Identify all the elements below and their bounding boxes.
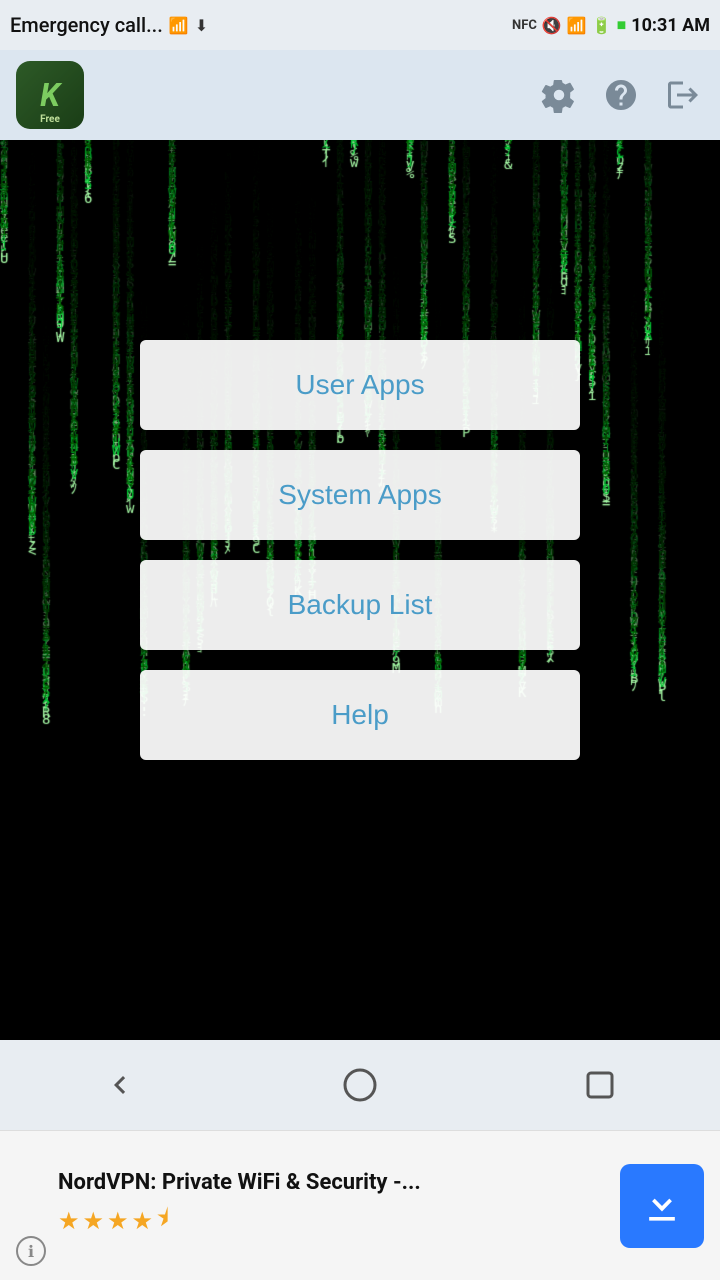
star-3: ★ xyxy=(107,1207,129,1235)
user-apps-label: User Apps xyxy=(295,369,424,401)
ad-content: NordVPN: Private WiFi & Security -... ★ … xyxy=(58,1170,608,1242)
back-button[interactable] xyxy=(95,1060,145,1110)
app-logo-letter: K xyxy=(40,79,60,111)
recent-apps-button[interactable] xyxy=(575,1060,625,1110)
status-time: 10:31 AM xyxy=(631,15,710,36)
download-icon: ⬇ xyxy=(195,16,208,35)
sim-icon: 📶 xyxy=(169,16,189,35)
star-1: ★ xyxy=(58,1207,80,1235)
question-icon xyxy=(603,77,639,113)
system-apps-button[interactable]: System Apps xyxy=(140,450,580,540)
square-icon xyxy=(582,1067,618,1103)
logout-button[interactable] xyxy=(662,74,704,116)
help-button[interactable] xyxy=(600,74,642,116)
status-bar-title: Emergency call... xyxy=(10,13,163,37)
settings-button[interactable] xyxy=(538,74,580,116)
backup-list-label: Backup List xyxy=(288,589,433,621)
ad-download-button[interactable] xyxy=(620,1164,704,1248)
user-apps-button[interactable]: User Apps xyxy=(140,340,580,430)
ad-stars: ★ ★ ★ ★ ⯨ xyxy=(58,1201,608,1242)
mute-icon: 🔇 xyxy=(542,16,562,35)
app-bar: K Free xyxy=(0,50,720,140)
ad-info-icon[interactable]: ℹ xyxy=(16,1236,46,1266)
backup-list-button[interactable]: Backup List xyxy=(140,560,580,650)
ad-title: NordVPN: Private WiFi & Security -... xyxy=(58,1170,608,1195)
star-5: ⯨ xyxy=(156,1201,169,1242)
wifi-icon: 📶 xyxy=(567,16,587,35)
home-button[interactable] xyxy=(335,1060,385,1110)
star-2: ★ xyxy=(83,1207,105,1235)
status-bar-left: Emergency call... 📶 ⬇ xyxy=(10,13,208,37)
nfc-icon: NFC xyxy=(512,18,537,33)
app-logo: K Free xyxy=(16,61,84,129)
main-content: User Apps System Apps Backup List Help xyxy=(0,140,720,1130)
logout-icon xyxy=(665,77,701,113)
back-icon xyxy=(102,1067,138,1103)
help-main-button[interactable]: Help xyxy=(140,670,580,760)
system-apps-label: System Apps xyxy=(278,479,441,511)
home-circle-icon xyxy=(342,1067,378,1103)
status-bar: Emergency call... 📶 ⬇ NFC 🔇 📶 🔋 ■ 10:31 … xyxy=(0,0,720,50)
help-main-label: Help xyxy=(331,699,389,731)
buttons-container: User Apps System Apps Backup List Help xyxy=(140,340,580,760)
app-bar-actions xyxy=(538,74,704,116)
app-logo-free: Free xyxy=(16,114,84,125)
download-icon xyxy=(640,1184,684,1228)
nav-bar xyxy=(0,1040,720,1130)
battery-icon: ■ xyxy=(617,15,627,35)
status-bar-icons: NFC 🔇 📶 🔋 ■ 10:31 AM xyxy=(512,15,710,36)
ad-banner: ℹ NordVPN: Private WiFi & Security -... … xyxy=(0,1130,720,1280)
battery-save-icon: 🔋 xyxy=(592,16,612,35)
star-4: ★ xyxy=(132,1207,154,1235)
gear-icon xyxy=(541,77,577,113)
